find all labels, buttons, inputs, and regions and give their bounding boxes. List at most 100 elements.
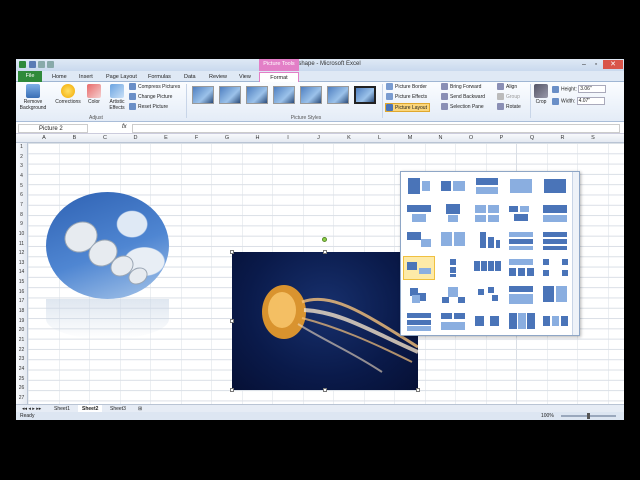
layout-option[interactable] — [472, 283, 502, 305]
tab-view[interactable]: View — [239, 72, 251, 82]
change-picture-button[interactable]: Change Picture — [129, 93, 172, 102]
layout-option[interactable] — [506, 175, 536, 197]
zoom-slider-knob[interactable] — [587, 413, 590, 419]
column-header-g[interactable]: G — [212, 135, 242, 141]
layout-option[interactable] — [506, 256, 536, 278]
layout-option[interactable] — [472, 229, 502, 251]
height-input[interactable]: 3.06" — [578, 85, 607, 93]
column-header-k[interactable]: K — [334, 135, 364, 141]
row-header-3[interactable]: 3 — [16, 163, 27, 169]
resize-handle[interactable] — [323, 388, 327, 392]
send-backward-button[interactable]: Send Backward — [441, 93, 485, 102]
layout-option[interactable] — [472, 310, 502, 332]
tab-format[interactable]: Format — [259, 72, 299, 82]
row-header-17[interactable]: 17 — [16, 298, 27, 304]
layout-option[interactable] — [404, 175, 434, 197]
crop-button[interactable]: Crop — [532, 84, 550, 105]
layout-option[interactable] — [540, 310, 570, 332]
column-header-q[interactable]: Q — [517, 135, 547, 141]
tab-insert[interactable]: Insert — [79, 72, 93, 82]
column-header-j[interactable]: J — [304, 135, 334, 141]
row-header-6[interactable]: 6 — [16, 192, 27, 198]
layout-option[interactable] — [540, 229, 570, 251]
compress-pictures-button[interactable]: Compress Pictures — [129, 83, 180, 92]
picture-style-thumb[interactable] — [300, 86, 322, 104]
row-header-4[interactable]: 4 — [16, 173, 27, 179]
color-button[interactable]: Color — [84, 84, 104, 105]
picture-style-thumb[interactable] — [219, 86, 241, 104]
row-header-23[interactable]: 23 — [16, 356, 27, 362]
layout-option[interactable] — [438, 229, 468, 251]
layout-option[interactable] — [506, 202, 536, 224]
layout-option[interactable] — [404, 202, 434, 224]
row-header-1[interactable]: 1 — [16, 144, 27, 150]
column-header-o[interactable]: O — [456, 135, 486, 141]
satellite-dish-picture[interactable] — [46, 192, 169, 299]
row-header-27[interactable]: 27 — [16, 395, 27, 401]
layout-option[interactable] — [472, 175, 502, 197]
layout-option[interactable] — [438, 202, 468, 224]
row-header-20[interactable]: 20 — [16, 327, 27, 333]
tab-file[interactable]: File — [18, 71, 42, 82]
tab-data[interactable]: Data — [184, 72, 196, 82]
picture-style-thumb[interactable] — [246, 86, 268, 104]
row-header-26[interactable]: 26 — [16, 385, 27, 391]
resize-handle[interactable] — [230, 250, 234, 254]
artistic-effects-button[interactable]: Artistic Effects — [106, 84, 128, 111]
name-box[interactable]: Picture 2 — [18, 124, 88, 133]
minimize-button[interactable]: – — [578, 60, 590, 69]
row-header-18[interactable]: 18 — [16, 308, 27, 314]
column-header-m[interactable]: M — [395, 135, 425, 141]
row-header-14[interactable]: 14 — [16, 269, 27, 275]
tab-page-layout[interactable]: Page Layout — [106, 72, 137, 82]
resize-handle[interactable] — [416, 388, 420, 392]
column-header-f[interactable]: F — [182, 135, 212, 141]
row-header-2[interactable]: 2 — [16, 154, 27, 160]
column-header-r[interactable]: R — [548, 135, 578, 141]
row-header-25[interactable]: 25 — [16, 376, 27, 382]
picture-style-thumb[interactable] — [354, 86, 376, 104]
selection-pane-button[interactable]: Selection Pane — [441, 103, 484, 112]
picture-style-thumb[interactable] — [327, 86, 349, 104]
restore-button[interactable]: ▫ — [590, 60, 602, 69]
layout-option[interactable] — [438, 283, 468, 305]
layout-option[interactable] — [404, 283, 434, 305]
row-header-19[interactable]: 19 — [16, 318, 27, 324]
row-header-12[interactable]: 12 — [16, 250, 27, 256]
row-header-24[interactable]: 24 — [16, 366, 27, 372]
row-header-5[interactable]: 5 — [16, 183, 27, 189]
column-header-c[interactable]: C — [90, 135, 120, 141]
column-header-n[interactable]: N — [426, 135, 456, 141]
row-header-8[interactable]: 8 — [16, 212, 27, 218]
resize-handle[interactable] — [323, 250, 327, 254]
column-header-a[interactable]: A — [29, 135, 59, 141]
layout-option[interactable] — [540, 202, 570, 224]
column-header-h[interactable]: H — [243, 135, 273, 141]
width-input[interactable]: 4.07" — [576, 97, 605, 105]
row-header-16[interactable]: 16 — [16, 289, 27, 295]
layout-option[interactable] — [506, 283, 536, 305]
resize-handle[interactable] — [230, 319, 234, 323]
layout-option[interactable] — [404, 310, 434, 332]
layout-option[interactable] — [438, 256, 468, 278]
gallery-scrollbar[interactable] — [572, 172, 579, 335]
column-header-e[interactable]: E — [151, 135, 181, 141]
layout-option[interactable] — [472, 202, 502, 224]
row-header-9[interactable]: 9 — [16, 221, 27, 227]
layout-option[interactable] — [404, 229, 434, 251]
column-header-s[interactable]: S — [578, 135, 608, 141]
column-header-b[interactable]: B — [60, 135, 90, 141]
rotate-button[interactable]: Rotate — [497, 103, 521, 112]
picture-effects-button[interactable]: Picture Effects — [386, 93, 427, 102]
group-button[interactable]: Group — [497, 93, 520, 102]
picture-border-button[interactable]: Picture Border — [386, 83, 427, 92]
picture-style-thumb[interactable] — [192, 86, 214, 104]
column-header-i[interactable]: I — [273, 135, 303, 141]
row-header-15[interactable]: 15 — [16, 279, 27, 285]
tab-home[interactable]: Home — [52, 72, 67, 82]
layout-option[interactable] — [438, 175, 468, 197]
row-header-21[interactable]: 21 — [16, 337, 27, 343]
layout-option[interactable] — [540, 256, 570, 278]
bring-forward-button[interactable]: Bring Forward — [441, 83, 481, 92]
layout-option[interactable] — [540, 175, 570, 197]
